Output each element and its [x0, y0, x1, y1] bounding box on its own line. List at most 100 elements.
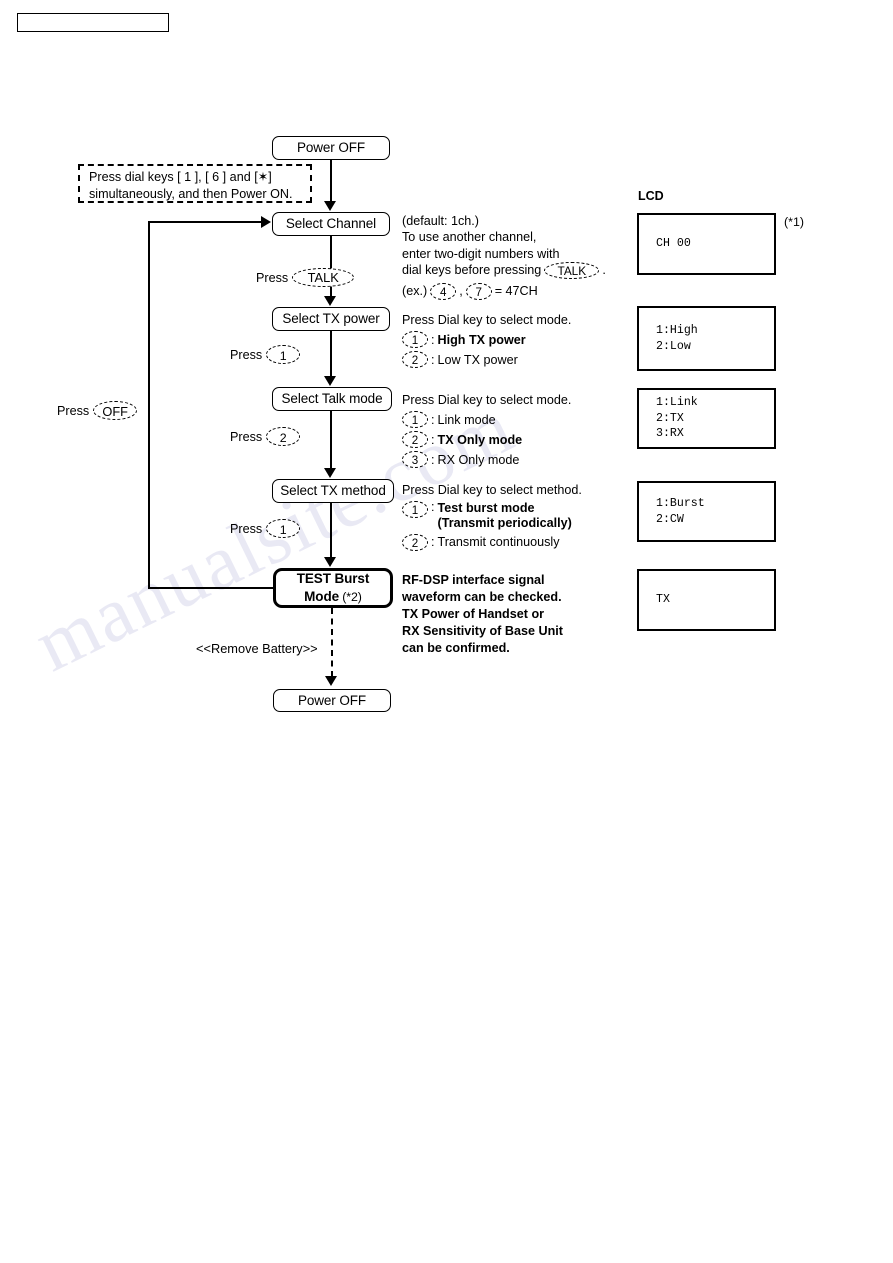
dial-key-2-oval[interactable]: 2: [266, 427, 301, 446]
description-select-tx-power: Press Dial key to select mode. 1 : High …: [402, 312, 632, 369]
connector-talk-mode-to-tx-method: [330, 411, 332, 469]
tx-power-label-1: High TX power: [437, 332, 526, 347]
lcd-panel-channel-display: CH 00: [637, 213, 776, 275]
description-select-tx-method: Press Dial key to select method. 1 : Tes…: [402, 482, 632, 552]
tx-power-sep-2: :: [431, 352, 435, 367]
talk-mode-option-2: 2 : TX Only mode: [402, 431, 632, 449]
startup-note-line2: simultaneously, and then Power ON.: [89, 186, 293, 201]
tx-method-key-1-oval[interactable]: 1: [402, 501, 428, 519]
lcd-panel-tx-method-display: 1:Burst 2:CW: [637, 481, 776, 542]
talk-mode-sep-3: :: [431, 452, 435, 467]
flow-box-select-talk-mode[interactable]: Select Talk mode: [272, 387, 392, 411]
lcd-panel-transmit-display: TX: [637, 569, 776, 631]
tx-method-option-2: 2 : Transmit continuously: [402, 534, 632, 552]
talk-key-inline-oval[interactable]: TALK: [544, 262, 600, 280]
tx-power-key-1-oval[interactable]: 1: [402, 331, 428, 349]
talk-key-oval[interactable]: TALK: [292, 268, 355, 287]
tx-method-heading: Press Dial key to select method.: [402, 483, 582, 497]
flow-box-power-off-top[interactable]: Power OFF: [272, 136, 390, 160]
tx-power-key-2-oval[interactable]: 2: [402, 351, 428, 369]
press-off-label: Press: [57, 403, 90, 418]
connector-channel-to-tx-power: [330, 236, 332, 297]
connector-burst-to-power-off: [331, 608, 333, 677]
dial-key-7-oval[interactable]: 7: [465, 283, 492, 301]
talk-mode-option-3: 3 : RX Only mode: [402, 451, 632, 469]
remove-battery-label: <<Remove Battery>>: [196, 641, 318, 656]
press-off-group: Press OFF: [57, 401, 138, 420]
press-talk-label: Press: [256, 270, 289, 285]
flow-box-power-off-bottom[interactable]: Power OFF: [273, 689, 391, 712]
press-one-label: Press: [230, 347, 263, 362]
channel-desc-line1: (default: 1ch.): [402, 214, 480, 228]
tx-method-sep-1: :: [431, 500, 435, 515]
tx-method-key-2-oval[interactable]: 2: [402, 534, 428, 552]
channel-ex-sep: ,: [459, 284, 463, 299]
arrow-into-select-channel: [261, 216, 271, 228]
talk-mode-key-3-oval[interactable]: 3: [402, 451, 428, 469]
flow-box-select-channel[interactable]: Select Channel: [272, 212, 390, 236]
talk-mode-option-1: 1 : Link mode: [402, 411, 632, 429]
tx-power-sep-1: :: [431, 332, 435, 347]
dial-key-4-oval[interactable]: 4: [430, 283, 457, 301]
tx-method-label-2: Transmit continuously: [437, 535, 560, 550]
talk-mode-option-list: 1 : Link mode 2 : TX Only mode 3 : RX On…: [402, 411, 632, 469]
arrow-to-select-channel: [324, 201, 336, 211]
dial-key-1-oval[interactable]: 1: [266, 345, 301, 364]
channel-desc-line2: To use another channel,: [402, 230, 537, 245]
arrow-to-select-talk-mode: [324, 376, 336, 386]
tx-method-option-1: 1 : Test burst mode (Transmit periodical…: [402, 501, 632, 531]
talk-mode-key-2-oval[interactable]: 2: [402, 431, 428, 449]
return-loop-vertical-segment: [148, 221, 150, 589]
tx-power-option-1: 1 : High TX power: [402, 331, 632, 349]
tx-power-label-2: Low TX power: [437, 352, 518, 367]
test-burst-mode-footnote: (*2): [342, 589, 362, 604]
flow-box-test-burst-mode[interactable]: TEST Burst Mode (*2): [273, 568, 393, 608]
dial-key-1b-oval[interactable]: 1: [266, 519, 301, 538]
press-one-group: Press 1: [230, 345, 301, 364]
description-test-burst-info: RF-DSP interface signal waveform can be …: [402, 573, 563, 655]
startup-note-box: Press dial keys [ 1 ], [ 6 ] and [✶] sim…: [78, 164, 312, 203]
return-loop-bottom-segment: [148, 587, 275, 589]
description-select-talk-mode: Press Dial key to select mode. 1 : Link …: [402, 392, 632, 469]
tx-power-option-list: 1 : High TX power 2 : Low TX power: [402, 331, 632, 369]
talk-mode-label-3: RX Only mode: [437, 452, 520, 467]
lcd-panel-tx-power-display: 1:High 2:Low: [637, 306, 776, 371]
talk-mode-heading: Press Dial key to select mode.: [402, 393, 572, 407]
connector-power-off-to-channel: [330, 160, 332, 202]
tx-method-label-1b: (Transmit periodically): [437, 516, 572, 531]
tx-method-label-1: Test burst mode: [437, 501, 535, 516]
tx-power-heading: Press Dial key to select mode.: [402, 313, 572, 327]
test-burst-mode-line2: Mode: [304, 588, 340, 604]
press-one-b-label: Press: [230, 521, 263, 536]
flow-box-select-tx-method[interactable]: Select TX method: [272, 479, 394, 503]
press-two-label: Press: [230, 429, 263, 444]
arrow-to-test-burst-mode: [324, 557, 336, 567]
tx-method-label-1-group: Test burst mode (Transmit periodically): [438, 501, 572, 531]
talk-mode-key-1-oval[interactable]: 1: [402, 411, 428, 429]
channel-ex-post: = 47CH: [494, 284, 538, 299]
connector-tx-power-to-talk-mode: [330, 331, 332, 377]
tx-method-option-list: 1 : Test burst mode (Transmit periodical…: [402, 501, 632, 552]
channel-desc-line4-post: .: [602, 263, 606, 278]
talk-mode-label-2: TX Only mode: [437, 432, 523, 447]
arrow-to-select-tx-method: [324, 468, 336, 478]
arrow-to-power-off-bottom: [325, 676, 337, 686]
startup-note-line1: Press dial keys [ 1 ], [ 6 ] and [✶]: [89, 170, 272, 184]
channel-ex-pre: (ex.): [402, 284, 428, 299]
channel-desc-line3: enter two-digit numbers with: [402, 246, 560, 261]
flow-box-select-tx-power[interactable]: Select TX power: [272, 307, 390, 331]
channel-desc-line4: dial keys before pressing TALK .: [402, 262, 632, 280]
description-select-channel: (default: 1ch.) To use another channel, …: [402, 213, 632, 301]
channel-desc-line4-pre: dial keys before pressing: [402, 263, 542, 278]
off-key-oval[interactable]: OFF: [93, 401, 138, 420]
lcd-footnote: (*1): [784, 215, 804, 229]
press-talk-group: Press TALK: [256, 268, 355, 287]
talk-mode-label-1: Link mode: [437, 412, 496, 427]
return-loop-top-segment: [148, 221, 262, 223]
test-burst-mode-line1: TEST Burst: [296, 571, 370, 587]
talk-mode-sep-2: :: [431, 432, 435, 447]
press-two-group: Press 2: [230, 427, 301, 446]
channel-desc-example: (ex.) 4 , 7 = 47CH: [402, 283, 632, 301]
tx-power-option-2: 2 : Low TX power: [402, 351, 632, 369]
lcd-panel-talk-mode-display: 1:Link 2:TX 3:RX: [637, 388, 776, 449]
